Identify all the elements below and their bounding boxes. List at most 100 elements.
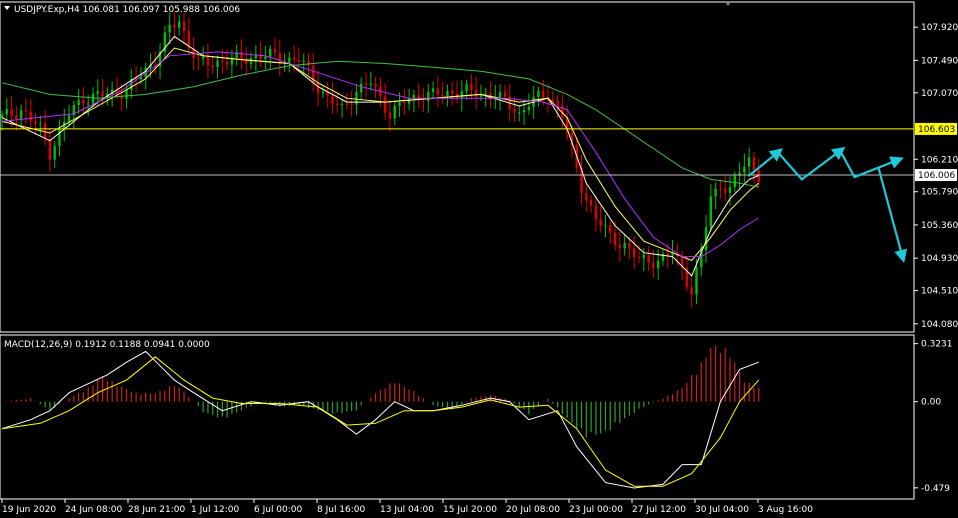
candle-body xyxy=(201,56,205,59)
candle-body xyxy=(431,88,435,93)
candle-body xyxy=(168,24,171,33)
macd-tick-label: -0.479 xyxy=(921,484,950,494)
candle-body xyxy=(427,92,430,102)
candle-body xyxy=(652,262,655,268)
chart-background xyxy=(0,0,958,518)
candle-body xyxy=(77,100,80,106)
time-tick-label: 1 Jul 12:00 xyxy=(191,505,240,515)
candle-body xyxy=(82,100,85,104)
candle-body xyxy=(355,92,358,105)
candle-body xyxy=(125,90,128,99)
candle-body xyxy=(19,110,23,119)
candle-body xyxy=(585,193,588,201)
candle-body xyxy=(714,188,717,197)
time-tick-label: 30 Jul 04:00 xyxy=(695,505,749,515)
candle-body xyxy=(422,100,425,102)
candle-body xyxy=(360,83,363,93)
candle-body xyxy=(733,175,736,188)
candle-body xyxy=(498,92,502,98)
time-tick-label: 3 Aug 16:00 xyxy=(758,505,813,515)
candle-body xyxy=(623,243,626,249)
price-tick-label: 104.930 xyxy=(921,254,958,264)
price-tick-label: 107.490 xyxy=(921,56,958,66)
candle-body xyxy=(273,48,277,53)
candle-body xyxy=(633,248,636,258)
candle-body xyxy=(388,112,392,119)
time-tick-label: 6 Jul 00:00 xyxy=(254,505,303,515)
candle-body xyxy=(604,225,607,227)
candle-body xyxy=(178,21,181,28)
candle-body xyxy=(197,58,200,60)
candle-body xyxy=(216,60,219,68)
candle-body xyxy=(609,225,612,233)
price-tick-label: 106.210 xyxy=(921,155,958,165)
time-tick-label: 8 Jul 16:00 xyxy=(317,505,366,515)
candle-body xyxy=(225,61,229,65)
candle-body xyxy=(369,83,372,85)
macd-tick-label: 0.3231 xyxy=(921,340,953,350)
candle-body xyxy=(522,109,526,113)
candle-body xyxy=(752,157,756,171)
candle-body xyxy=(594,205,598,220)
candle-body xyxy=(724,188,727,193)
candle-body xyxy=(211,65,214,68)
trading-chart[interactable]: 107.920 107.490 107.070 106.210 105.790 105.3… xyxy=(0,0,958,518)
candle-body xyxy=(307,61,310,66)
candle-body xyxy=(647,254,650,263)
candle-body xyxy=(460,91,463,99)
macd-header: MACD(12,26,9) 0.1912 0.1188 0.0941 0.000… xyxy=(4,340,210,350)
candle-body xyxy=(264,56,267,60)
candle-body xyxy=(599,219,602,227)
candle-body xyxy=(297,59,301,62)
candle-body xyxy=(551,99,554,101)
candle-body xyxy=(101,91,104,97)
candle-body xyxy=(87,103,90,105)
candle-body xyxy=(321,91,325,94)
candle-body xyxy=(403,102,406,104)
candle-body xyxy=(628,243,631,249)
level-price-label: 106.603 xyxy=(918,125,955,135)
candle-body xyxy=(513,108,516,113)
candle-body xyxy=(39,123,42,125)
candle-body xyxy=(527,106,531,110)
candle-body xyxy=(34,120,37,125)
time-tick-label: 20 Jul 08:00 xyxy=(506,505,560,515)
candle-body xyxy=(345,103,349,105)
time-tick-label: 19 Jun 2020 xyxy=(2,505,56,515)
candle-body xyxy=(503,92,507,97)
candle-body xyxy=(637,257,641,259)
price-tick-label: 107.920 xyxy=(921,23,958,33)
candle-body xyxy=(292,57,296,60)
candle-body xyxy=(173,24,176,28)
price-tick-label: 105.790 xyxy=(921,188,958,198)
candle-body xyxy=(383,96,387,113)
macd-tick-label: 0.00 xyxy=(921,398,941,408)
price-tick-label: 104.510 xyxy=(921,287,958,297)
candle-body xyxy=(728,187,732,193)
candle-body xyxy=(15,115,18,119)
candle-body xyxy=(53,146,56,160)
candle-body xyxy=(518,112,521,114)
candle-body xyxy=(302,61,305,63)
candle-body xyxy=(10,109,13,116)
symbol-header: USDJPY.Exp,H4 106.081 106.097 105.988 10… xyxy=(14,5,240,15)
time-tick-label: 24 Jun 08:00 xyxy=(65,505,122,515)
candle-body xyxy=(474,89,478,97)
candle-body xyxy=(350,104,353,106)
candle-body xyxy=(436,88,440,95)
candle-body xyxy=(642,254,645,258)
price-tick-label: 105.360 xyxy=(921,221,958,231)
candle-body xyxy=(240,51,243,59)
candle-body xyxy=(690,287,693,295)
candle-body xyxy=(316,82,320,94)
current-price-label: 106.006 xyxy=(918,171,955,181)
candle-body xyxy=(695,267,698,295)
candle-body xyxy=(537,90,540,97)
candle-body xyxy=(206,56,210,66)
price-tick-label: 104.080 xyxy=(921,320,958,330)
time-tick-label: 27 Jul 12:00 xyxy=(632,505,686,515)
time-tick-label: 15 Jul 20:00 xyxy=(443,505,497,515)
candle-body xyxy=(542,90,545,98)
candle-body xyxy=(58,128,61,147)
candle-body xyxy=(288,57,291,63)
